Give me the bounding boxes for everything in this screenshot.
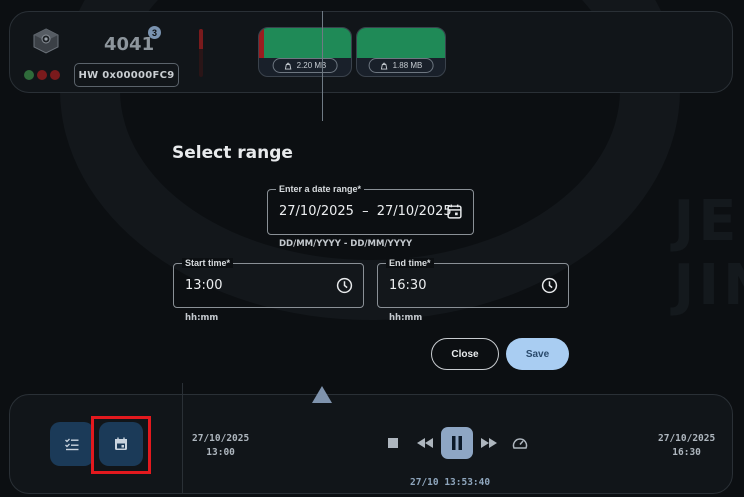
storage-icon <box>284 62 292 70</box>
checklist-icon <box>65 438 79 451</box>
device-icon <box>33 28 59 54</box>
timeline-cursor-line <box>322 11 323 121</box>
date-range-label: Enter a date range* <box>276 184 365 194</box>
timeline-marker[interactable] <box>312 386 332 403</box>
background-watermark: JEIJIN <box>673 189 744 318</box>
range-end-timestamp: 27/10/2025 16:30 <box>658 433 716 458</box>
close-button[interactable]: Close <box>431 338 499 370</box>
end-time-value[interactable]: 16:30 <box>389 278 426 293</box>
status-dot-ok <box>24 70 34 80</box>
current-playback-time: 27/10 13:53:40 <box>410 477 491 488</box>
fast-forward-button[interactable] <box>479 434 499 452</box>
stop-icon <box>388 438 398 448</box>
end-time-field[interactable]: End time* 16:30 <box>377 258 569 308</box>
date-range-field[interactable]: Enter a date range* 27/10/2025 – 27/10/2… <box>267 184 474 235</box>
storage-chip-2[interactable]: 1.88 MB <box>356 27 446 77</box>
panel-divider <box>182 383 183 494</box>
range-start-timestamp: 27/10/2025 13:00 <box>192 433 250 458</box>
rewind-button[interactable] <box>415 434 435 452</box>
rewind-icon <box>417 438 433 448</box>
level-indicator <box>199 29 203 77</box>
pause-button[interactable] <box>441 427 473 459</box>
selection-highlight <box>91 416 151 474</box>
date-range-value[interactable]: 27/10/2025 – 27/10/2025 <box>279 204 452 219</box>
speed-button[interactable] <box>510 434 530 452</box>
speed-icon <box>512 438 528 449</box>
alert-strip <box>259 28 264 58</box>
clock-icon[interactable] <box>541 277 558 294</box>
status-dot-alert <box>50 70 60 80</box>
save-button[interactable]: Save <box>506 338 569 370</box>
status-dot-alert <box>37 70 47 80</box>
fast-forward-icon <box>481 438 497 448</box>
notification-badge[interactable]: 3 <box>148 26 161 39</box>
storage-size: 1.88 MB <box>368 58 434 73</box>
stop-button[interactable] <box>386 434 400 452</box>
device-id: 4041 <box>104 34 155 55</box>
checklist-button[interactable] <box>50 422 94 466</box>
device-panel: 4041 3 HW 0x00000FC9 2.20 MB 1.88 MB <box>9 11 733 93</box>
start-time-field[interactable]: Start time* 13:00 <box>173 258 364 308</box>
calendar-icon[interactable] <box>446 203 463 220</box>
pause-icon <box>452 436 462 450</box>
storage-size: 2.20 MB <box>272 58 338 73</box>
storage-chip-1[interactable]: 2.20 MB <box>258 27 352 77</box>
start-time-value[interactable]: 13:00 <box>185 278 222 293</box>
hardware-id-label: HW 0x00000FC9 <box>74 63 179 87</box>
status-dots <box>24 70 60 80</box>
start-time-hint: hh:mm <box>185 313 219 323</box>
date-range-hint: DD/MM/YYYY - DD/MM/YYYY <box>279 239 413 249</box>
end-time-label: End time* <box>386 258 434 268</box>
end-time-hint: hh:mm <box>389 313 423 323</box>
clock-icon[interactable] <box>336 277 353 294</box>
dialog-title: Select range <box>172 143 293 163</box>
start-time-label: Start time* <box>182 258 234 268</box>
storage-icon <box>380 62 388 70</box>
